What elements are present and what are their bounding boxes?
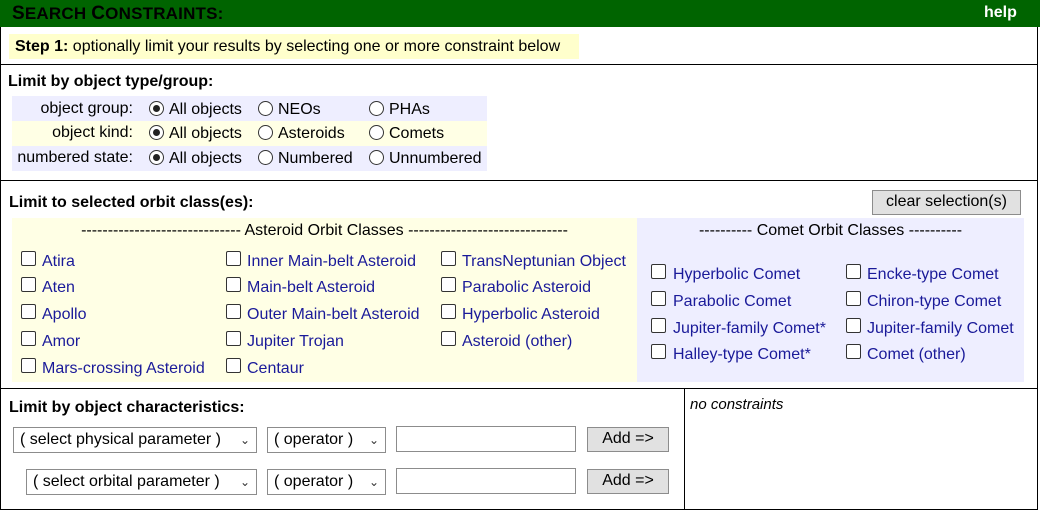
constraints-status: no constraints (690, 396, 784, 413)
select-value: ( operator ) (274, 473, 354, 490)
characteristics-title: Limit by object characteristics: (9, 399, 245, 416)
chevron-down-icon: ⌄ (239, 433, 250, 447)
numbered-state-label: numbered state: (17, 149, 133, 166)
parabolic-comet-link[interactable]: Parabolic Comet (673, 293, 791, 311)
asteroid-classes-header: ------------------------------ Asteroid … (81, 222, 568, 239)
atira-link[interactable]: Atira (42, 253, 75, 271)
transneptunian-link[interactable]: TransNeptunian Object (462, 253, 626, 271)
orbital-parameter-select[interactable]: ( select orbital parameter ) ⌄ (26, 469, 257, 495)
apollo-checkbox[interactable] (21, 304, 36, 319)
orbital-value-input[interactable] (396, 468, 576, 494)
add-physical-button[interactable]: Add => (587, 427, 669, 452)
parabolic-asteroid-checkbox[interactable] (441, 277, 456, 292)
radio-label: All objects (169, 150, 242, 167)
select-value: ( select orbital parameter ) (33, 473, 220, 490)
hyperbolic-comet-link[interactable]: Hyperbolic Comet (673, 266, 800, 284)
halley-type-comet-link[interactable]: Halley-type Comet* (673, 346, 811, 364)
radio-label: Unnumbered (389, 150, 482, 167)
object-group-label: object group: (40, 100, 133, 117)
radio-label: Asteroids (278, 125, 345, 142)
radio-label: Numbered (278, 150, 353, 167)
numbered-state-all-radio[interactable] (149, 150, 164, 165)
outer-main-belt-checkbox[interactable] (226, 304, 241, 319)
object-group-phas-radio[interactable] (369, 101, 384, 116)
add-orbital-button[interactable]: Add => (587, 469, 669, 494)
atira-checkbox[interactable] (21, 251, 36, 266)
radio-label: NEOs (278, 101, 321, 118)
main-belt-link[interactable]: Main-belt Asteroid (247, 279, 375, 297)
physical-value-input[interactable] (396, 426, 576, 452)
object-group-all-radio[interactable] (149, 101, 164, 116)
radio-label: PHAs (389, 101, 430, 118)
main-belt-checkbox[interactable] (226, 277, 241, 292)
hyperbolic-asteroid-link[interactable]: Hyperbolic Asteroid (462, 306, 600, 324)
chiron-type-comet-checkbox[interactable] (846, 291, 861, 306)
object-kind-all-radio[interactable] (149, 125, 164, 140)
encke-type-comet-checkbox[interactable] (846, 264, 861, 279)
hyperbolic-comet-checkbox[interactable] (651, 264, 666, 279)
chevron-down-icon: ⌄ (239, 475, 250, 489)
page-title: SEARCH CONSTRAINTS: (12, 3, 224, 24)
radio-label: Comets (389, 125, 445, 142)
jupiter-family-comet-checkbox[interactable] (846, 318, 861, 333)
select-value: ( operator ) (274, 431, 354, 448)
object-kind-label: object kind: (52, 124, 133, 141)
inner-main-belt-checkbox[interactable] (226, 251, 241, 266)
comet-other-link[interactable]: Comet (other) (867, 346, 966, 364)
object-kind-asteroids-radio[interactable] (258, 125, 273, 140)
transneptunian-checkbox[interactable] (441, 251, 456, 266)
numbered-state-numbered-radio[interactable] (258, 150, 273, 165)
parabolic-asteroid-link[interactable]: Parabolic Asteroid (462, 279, 591, 297)
asteroid-other-link[interactable]: Asteroid (other) (462, 333, 572, 351)
asteroid-classes-box (12, 218, 637, 382)
orbital-operator-select[interactable]: ( operator ) ⌄ (267, 469, 386, 495)
radio-label: All objects (169, 101, 242, 118)
comet-other-checkbox[interactable] (846, 344, 861, 359)
orbit-class-title: Limit to selected orbit class(es): (9, 194, 254, 211)
centaur-link[interactable]: Centaur (247, 360, 304, 378)
radio-label: All objects (169, 125, 242, 142)
encke-type-comet-link[interactable]: Encke-type Comet (867, 266, 999, 284)
jupiter-family-comet-link[interactable]: Jupiter-family Comet (867, 320, 1014, 338)
parabolic-comet-checkbox[interactable] (651, 291, 666, 306)
aten-checkbox[interactable] (21, 277, 36, 292)
mars-crossing-link[interactable]: Mars-crossing Asteroid (42, 360, 205, 378)
inner-main-belt-link[interactable]: Inner Main-belt Asteroid (247, 253, 416, 271)
chiron-type-comet-link[interactable]: Chiron-type Comet (867, 293, 1001, 311)
step-instruction: Step 1: optionally limit your results by… (15, 38, 561, 55)
physical-parameter-select[interactable]: ( select physical parameter ) ⌄ (13, 427, 257, 453)
amor-link[interactable]: Amor (42, 333, 80, 351)
outer-main-belt-link[interactable]: Outer Main-belt Asteroid (247, 306, 420, 324)
mars-crossing-checkbox[interactable] (21, 358, 36, 373)
type-group-title: Limit by object type/group: (8, 73, 214, 90)
halley-type-comet-checkbox[interactable] (651, 344, 666, 359)
asteroid-other-checkbox[interactable] (441, 331, 456, 346)
aten-link[interactable]: Aten (42, 279, 75, 297)
amor-checkbox[interactable] (21, 331, 36, 346)
apollo-link[interactable]: Apollo (42, 306, 86, 324)
centaur-checkbox[interactable] (226, 358, 241, 373)
object-group-neos-radio[interactable] (258, 101, 273, 116)
jupiter-family-comet-star-checkbox[interactable] (651, 318, 666, 333)
chevron-down-icon: ⌄ (368, 475, 379, 489)
select-value: ( select physical parameter ) (20, 431, 221, 448)
physical-operator-select[interactable]: ( operator ) ⌄ (267, 427, 386, 453)
jupiter-trojan-checkbox[interactable] (226, 331, 241, 346)
help-link[interactable]: help (984, 4, 1017, 22)
jupiter-trojan-link[interactable]: Jupiter Trojan (247, 333, 344, 351)
clear-selection-button[interactable]: clear selection(s) (872, 190, 1021, 215)
hyperbolic-asteroid-checkbox[interactable] (441, 304, 456, 319)
object-kind-comets-radio[interactable] (369, 125, 384, 140)
numbered-state-unnumbered-radio[interactable] (369, 150, 384, 165)
comet-classes-header: ---------- Comet Orbit Classes ---------… (698, 222, 963, 239)
jupiter-family-comet-star-link[interactable]: Jupiter-family Comet* (673, 320, 826, 338)
chevron-down-icon: ⌄ (368, 433, 379, 447)
